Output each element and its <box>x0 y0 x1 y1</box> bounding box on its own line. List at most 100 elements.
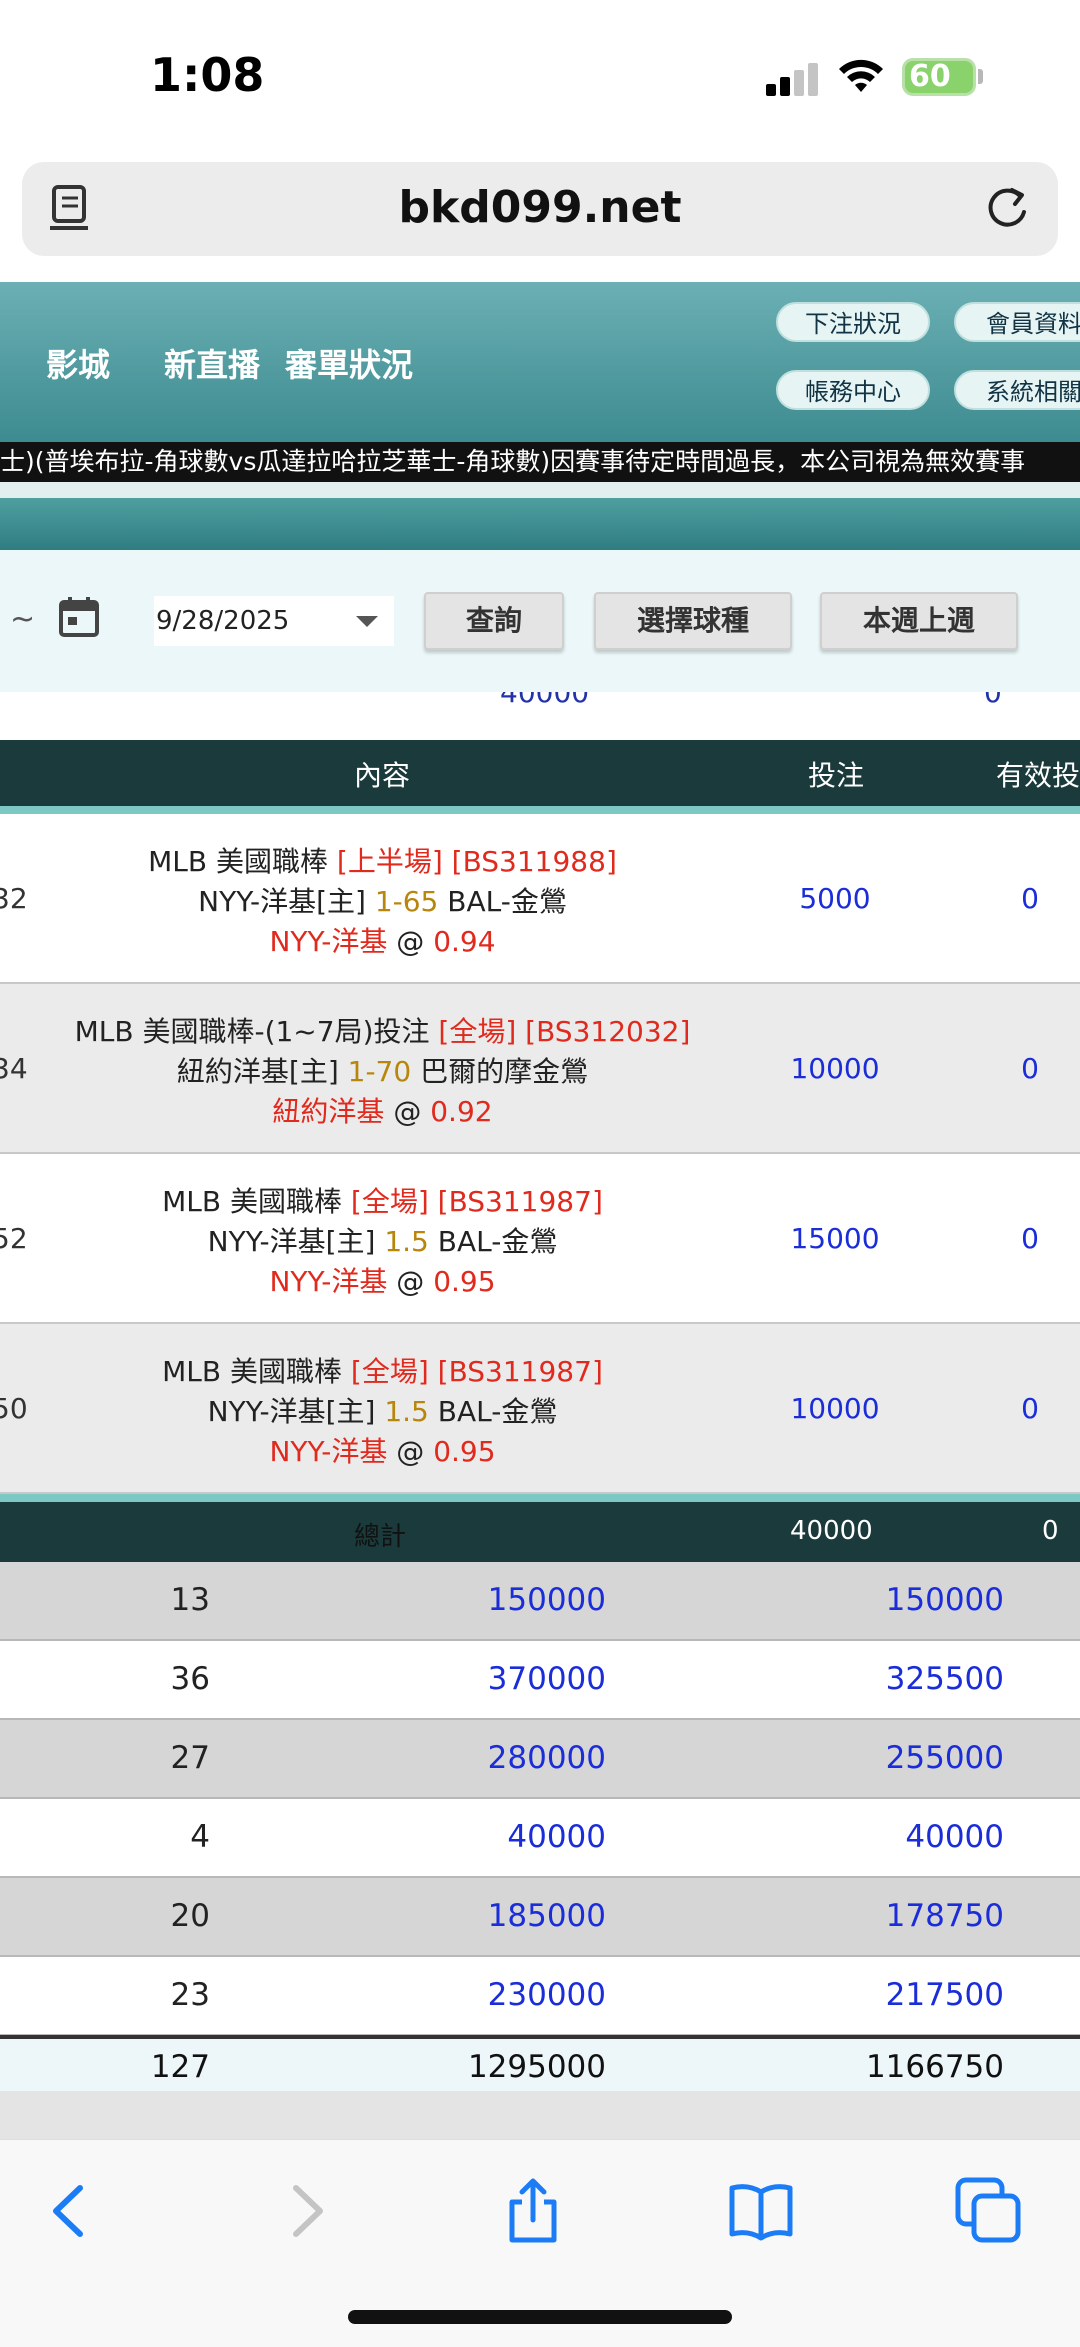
battery-icon: 60 <box>902 58 976 96</box>
summary-bet[interactable]: 370000 <box>488 1661 606 1697</box>
bet-valid: 0 <box>1021 1222 1039 1255</box>
date-select[interactable]: 9/28/2025 <box>154 596 394 646</box>
bet-pick: NYY-洋基 <box>269 1265 388 1298</box>
account-center-button[interactable]: 帳務中心 <box>776 370 930 410</box>
system-button[interactable]: 系統相關 <box>954 370 1080 410</box>
query-button[interactable]: 查詢 <box>424 592 564 650</box>
summary-count: 20 <box>170 1898 210 1934</box>
bet-content: MLB 美國職棒 [上半場] [BS311988] NYY-洋基[主] 1-65… <box>0 842 765 962</box>
summary-count: 13 <box>170 1582 210 1618</box>
summary-row: 27 280000 255000 <box>0 1720 1080 1799</box>
page-footer-space <box>0 2091 1080 2139</box>
partial-row: 40000 0 <box>0 692 1080 740</box>
summary-valid[interactable]: 40000 <box>905 1819 1004 1855</box>
section-band <box>0 482 1080 550</box>
summary-valid[interactable]: 255000 <box>886 1740 1004 1776</box>
bet-row: 52 MLB 美國職棒 [全場] [BS311987] NYY-洋基[主] 1.… <box>0 1154 1080 1324</box>
grand-bet: 1295000 <box>467 2049 606 2085</box>
bet-home: 紐約洋基[主] <box>176 1055 348 1088</box>
bet-row: 50 MLB 美國職棒 [全場] [BS311987] NYY-洋基[主] 1.… <box>0 1324 1080 1494</box>
bet-handicap: 1.5 <box>384 1395 429 1428</box>
url-text[interactable]: bkd099.net <box>22 182 1058 233</box>
bet-total-row: 總計 40000 0 <box>0 1502 1080 1562</box>
total-amount: 40000 <box>790 1516 873 1546</box>
summary-count: 4 <box>190 1819 210 1855</box>
status-bar: 1:08 60 <box>0 0 1080 150</box>
bet-handicap: 1-65 <box>374 885 439 918</box>
tabs-icon[interactable] <box>954 2176 1024 2246</box>
summary-valid[interactable]: 217500 <box>886 1977 1004 2013</box>
bet-amount: 10000 <box>790 1052 880 1085</box>
bet-content: MLB 美國職棒 [全場] [BS311987] NYY-洋基[主] 1.5 B… <box>0 1182 765 1302</box>
chevron-down-icon <box>356 616 378 627</box>
bet-content: MLB 美國職棒-(1~7局)投注 [全場] [BS312032] 紐約洋基[主… <box>0 1012 765 1132</box>
bet-status-button[interactable]: 下注狀況 <box>776 302 930 342</box>
calendar-icon[interactable] <box>58 596 100 638</box>
bet-away: BAL-金鶯 <box>438 885 567 918</box>
bet-valid: 0 <box>1021 882 1039 915</box>
total-label: 總計 <box>354 1522 407 1552</box>
status-time: 1:08 <box>150 48 265 102</box>
grand-total-row: 127 1295000 1166750 <box>0 2035 1080 2091</box>
header-divider <box>0 806 1080 814</box>
battery-level: 60 <box>909 59 951 94</box>
wifi-icon <box>839 59 883 92</box>
select-sport-button[interactable]: 選擇球種 <box>594 592 792 650</box>
summary-count: 23 <box>170 1977 210 2013</box>
summary-bet[interactable]: 40000 <box>507 1819 606 1855</box>
bet-handicap: 1-70 <box>347 1055 412 1088</box>
nav-item-live[interactable]: 新直播 <box>164 340 260 386</box>
bet-handicap: 1.5 <box>384 1225 429 1258</box>
url-bar[interactable]: bkd099.net <box>22 162 1058 256</box>
bet-league: MLB 美國職棒-(1~7局)投注 <box>74 1015 439 1048</box>
back-icon[interactable] <box>36 2176 106 2246</box>
summary-valid[interactable]: 325500 <box>886 1661 1004 1697</box>
share-icon[interactable] <box>498 2176 568 2246</box>
home-indicator <box>348 2310 732 2324</box>
bet-odds: 0.94 <box>433 925 496 958</box>
bet-content: MLB 美國職棒 [全場] [BS311987] NYY-洋基[主] 1.5 B… <box>0 1352 765 1472</box>
date-value: 9/28/2025 <box>156 606 290 636</box>
nav-item-cinema[interactable]: 影城 <box>46 340 110 386</box>
bet-amount: 15000 <box>790 1222 880 1255</box>
summary-bet[interactable]: 185000 <box>488 1898 606 1934</box>
total-valid: 0 <box>1042 1516 1059 1546</box>
header-bet: 投注 <box>808 759 865 792</box>
bet-amount: 10000 <box>790 1392 880 1425</box>
battery-tip <box>978 69 983 84</box>
site-header: 影城 新直播 審單狀況 下注狀況 會員資料 帳務中心 系統相關 <box>0 282 1080 442</box>
summary-count: 27 <box>170 1740 210 1776</box>
bet-away: BAL-金鶯 <box>428 1225 558 1258</box>
summary-bet[interactable]: 150000 <box>488 1582 606 1618</box>
reload-icon[interactable] <box>982 182 1034 234</box>
bet-odds: 0.92 <box>430 1095 493 1128</box>
nav-item-order-status[interactable]: 審單狀況 <box>285 340 413 386</box>
date-range-separator: ~ <box>10 602 36 637</box>
bet-odds: 0.95 <box>433 1265 496 1298</box>
bet-pick: 紐約洋基 <box>272 1095 385 1128</box>
announcement-ticker: 士)(普埃布拉-角球數vs瓜達拉哈拉芝華士-角球數)因賽事待定時間過長，本公司視… <box>0 442 1080 482</box>
bet-home: NYY-洋基[主] <box>207 1395 385 1428</box>
bet-at: @ <box>387 1435 434 1468</box>
bet-away: 巴爾的摩金鶯 <box>411 1055 589 1088</box>
forward-icon[interactable] <box>270 2176 340 2246</box>
member-info-button[interactable]: 會員資料 <box>954 302 1080 342</box>
bet-away: BAL-金鶯 <box>428 1395 558 1428</box>
summary-count: 36 <box>170 1661 210 1697</box>
bet-valid: 0 <box>1021 1052 1039 1085</box>
bet-home: NYY-洋基[主] <box>198 885 375 918</box>
summary-row: 36 370000 325500 <box>0 1641 1080 1720</box>
week-toggle-button[interactable]: 本週上週 <box>820 592 1018 650</box>
header-valid: 有效投 <box>996 759 1080 792</box>
bet-pick: NYY-洋基 <box>269 925 388 958</box>
bookmarks-icon[interactable] <box>726 2176 796 2246</box>
summary-valid[interactable]: 150000 <box>886 1582 1004 1618</box>
bet-row: 32 MLB 美國職棒 [上半場] [BS311988] NYY-洋基[主] 1… <box>0 814 1080 984</box>
bet-league: MLB 美國職棒 <box>162 1185 351 1218</box>
bet-amount: 5000 <box>799 882 871 915</box>
bet-pick: NYY-洋基 <box>269 1435 388 1468</box>
summary-valid[interactable]: 178750 <box>886 1898 1004 1934</box>
cellular-signal-icon <box>766 62 820 96</box>
summary-bet[interactable]: 230000 <box>488 1977 606 2013</box>
summary-bet[interactable]: 280000 <box>488 1740 606 1776</box>
